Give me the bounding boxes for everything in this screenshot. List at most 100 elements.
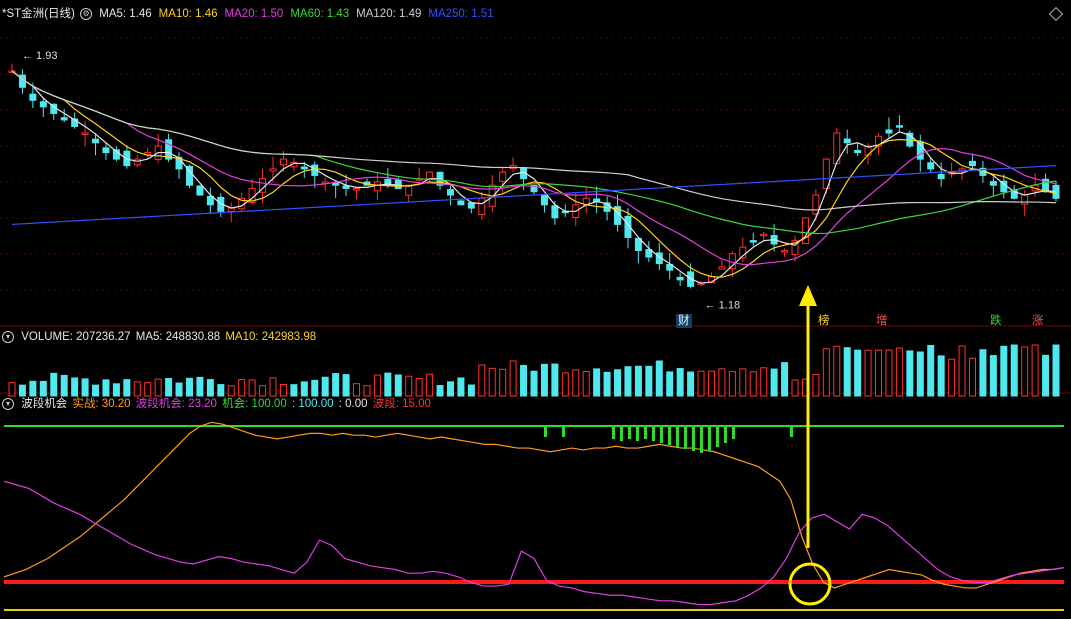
volume-bar — [123, 379, 131, 397]
volume-bar — [540, 363, 548, 397]
volume-bar — [227, 385, 235, 397]
volume-panel — [8, 344, 1060, 397]
signal-bar — [644, 427, 647, 439]
volume-bar — [843, 347, 851, 397]
candle-body — [499, 171, 507, 182]
volume-ma5: MA5: 248830.88 — [135, 331, 221, 343]
volume-bar — [60, 374, 68, 397]
candle-body — [446, 189, 454, 196]
signal-bar — [668, 427, 671, 445]
volume-bar — [363, 385, 371, 397]
event-tag-cai[interactable]: 财 — [676, 314, 692, 328]
volume-bar — [561, 372, 569, 397]
volume-bar — [582, 370, 590, 397]
candle-body — [676, 276, 684, 281]
volume-bar — [279, 384, 287, 397]
candle-body — [843, 138, 851, 144]
signal-bar — [684, 427, 687, 449]
volume-bar — [687, 371, 695, 397]
volume-bar — [530, 370, 538, 397]
volume-bar — [321, 376, 329, 397]
volume-bar — [916, 351, 924, 397]
candle-body — [540, 194, 548, 206]
ma-legend-item: MA20: 1.50 — [224, 8, 284, 20]
signal-bar — [708, 427, 711, 451]
indicator-v0: : 0.00 — [338, 398, 368, 410]
indicator-jihui: 机会: 100.00 — [222, 398, 287, 410]
indicator-shizhan: 实战: 30.20 — [72, 398, 131, 410]
volume-bar — [436, 385, 444, 397]
signal-bar — [562, 427, 565, 437]
candle-body — [749, 240, 757, 243]
volume-bar — [311, 379, 319, 397]
volume-bar — [499, 368, 507, 397]
volume-bar — [572, 369, 580, 397]
volume-bar — [593, 368, 601, 397]
volume-bar — [739, 368, 747, 397]
volume-bar — [81, 378, 89, 397]
candle-body — [102, 147, 110, 154]
event-tag-die[interactable]: 跌 — [988, 314, 1004, 328]
volume-bar — [342, 374, 350, 397]
volume-bar — [551, 363, 559, 397]
volume-bar — [1021, 346, 1029, 397]
volume-bar — [749, 371, 757, 397]
volume-bar — [39, 380, 47, 397]
candle-body — [551, 205, 559, 219]
volume-bar — [50, 372, 58, 397]
volume-toggle-icon[interactable]: ▾ — [2, 330, 14, 343]
volume-bar — [968, 357, 976, 397]
volume-bar — [603, 371, 611, 397]
high-price-label: ← 1.93 — [22, 50, 57, 62]
candle-body — [478, 197, 486, 215]
stock-chart[interactable]: ← 1.93 ← 1.18 — [0, 0, 1071, 619]
candle-body — [927, 162, 935, 170]
indicator-bd: 波段: 15.00 — [372, 398, 431, 410]
event-tag-zhang[interactable]: 涨 — [1030, 314, 1046, 328]
volume-bar — [707, 370, 715, 397]
volume-bar — [426, 373, 434, 397]
volume-bar — [384, 372, 392, 397]
event-tag-zeng[interactable]: 增 — [874, 314, 890, 328]
volume-bar — [520, 364, 528, 397]
annotation-arrow-head — [799, 285, 817, 306]
low-price-label: ← 1.18 — [705, 299, 740, 311]
boduan-line — [3, 480, 1065, 606]
stock-name[interactable]: *ST金洲(日线) — [2, 8, 75, 20]
signal-bar — [652, 427, 655, 441]
signal-bar — [790, 427, 793, 437]
event-tag-bang[interactable]: 榜 — [816, 314, 832, 328]
candle-body — [342, 185, 350, 189]
candle-body — [353, 187, 361, 191]
volume-bar — [1000, 345, 1008, 397]
price-header: *ST金洲(日线) ⚙ MA5: 1.46 MA10: 1.46 MA20: 1.5… — [2, 6, 503, 22]
volume-bar — [864, 349, 872, 397]
volume-bar — [781, 362, 789, 397]
signal-bar — [676, 427, 679, 447]
candle-body — [279, 158, 287, 166]
indicator-panel — [3, 421, 1065, 611]
volume-bar — [165, 378, 173, 397]
volume-value: VOLUME: 207236.27 — [21, 331, 131, 343]
candle-body — [989, 181, 997, 186]
candle-body — [718, 266, 726, 270]
candle-body — [1021, 194, 1029, 205]
signal-bar — [612, 427, 615, 439]
candle-body — [373, 181, 381, 192]
signal-bar — [636, 427, 639, 441]
candle-body — [60, 117, 68, 121]
volume-bar — [269, 377, 277, 397]
signal-bar — [732, 427, 735, 439]
volume-bar — [373, 374, 381, 397]
volume-bar — [666, 371, 674, 397]
candle-body — [39, 101, 47, 108]
indicator-name[interactable]: 波段机会 — [21, 398, 67, 410]
volume-bar — [446, 381, 454, 397]
indicator-toggle-icon[interactable]: ▾ — [2, 397, 14, 410]
volume-bar — [405, 375, 413, 397]
volume-bar — [906, 350, 914, 397]
candle-body — [457, 200, 465, 206]
candle-body — [92, 138, 100, 144]
settings-icon[interactable]: ⚙ — [80, 7, 93, 20]
volume-bar — [634, 365, 642, 397]
